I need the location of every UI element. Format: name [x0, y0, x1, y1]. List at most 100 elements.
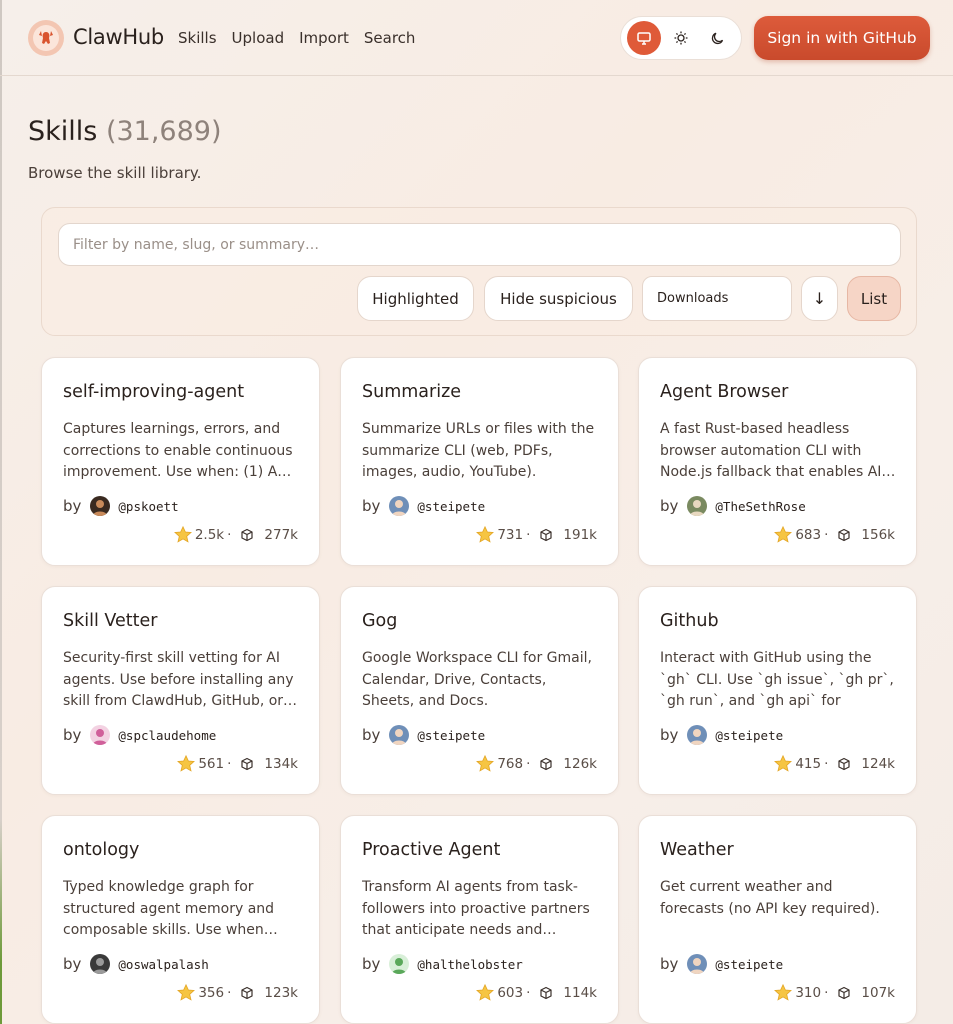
theme-toggle	[620, 16, 742, 60]
star-icon	[773, 983, 793, 1003]
skill-title[interactable]: self-improving-agent	[63, 382, 244, 402]
skill-author: by @pskoett	[63, 496, 179, 516]
avatar[interactable]	[389, 725, 410, 745]
skill-author: by @TheSethRose	[660, 496, 806, 516]
skill-card[interactable]: Agent Browser A fast Rust-based headless…	[638, 357, 917, 566]
author-handle[interactable]: @steipete	[715, 728, 783, 743]
skill-description: Summarize URLs or files with the summari…	[362, 421, 595, 480]
skill-card[interactable]: self-improving-agent Captures learnings,…	[41, 357, 320, 566]
separator: ·	[227, 756, 232, 772]
avatar[interactable]	[389, 496, 410, 516]
skill-description: Typed knowledge graph for structured age…	[63, 879, 278, 938]
skill-card[interactable]: Proactive Agent Transform AI agents from…	[340, 815, 619, 1024]
avatar[interactable]	[90, 954, 111, 974]
skill-description: Security-first skill vetting for AI agen…	[63, 650, 298, 709]
cube-icon	[240, 757, 254, 771]
page-subtitle: Browse the skill library.	[28, 164, 202, 182]
skill-author: by @steipete	[362, 496, 485, 516]
star-icon	[475, 754, 495, 774]
skill-title[interactable]: Proactive Agent	[362, 840, 500, 860]
skill-title[interactable]: Weather	[660, 840, 734, 860]
monitor-icon[interactable]	[626, 21, 661, 55]
skill-author: by @steipete	[660, 954, 783, 974]
author-handle[interactable]: @TheSethRose	[715, 499, 805, 514]
list-view-toggle[interactable]: List	[847, 276, 901, 321]
avatar[interactable]	[687, 954, 708, 974]
downloads-count: 114k	[563, 985, 597, 1001]
author-handle[interactable]: @steipete	[417, 499, 485, 514]
by-label: by	[362, 497, 381, 515]
separator: ·	[824, 756, 829, 772]
nav-upload[interactable]: Upload	[232, 29, 285, 47]
signin-github-button[interactable]: Sign in with GitHub	[754, 16, 930, 60]
downloads-count: 277k	[264, 527, 298, 543]
stars-count: 731	[497, 527, 524, 543]
by-label: by	[63, 955, 82, 973]
nav-skills[interactable]: Skills	[178, 29, 217, 47]
separator: ·	[227, 527, 232, 543]
skill-card[interactable]: Skill Vetter Security-first skill vettin…	[41, 586, 320, 795]
skill-card[interactable]: Summarize Summarize URLs or files with t…	[340, 357, 619, 566]
separator: ·	[824, 527, 829, 543]
skill-count: (31,689)	[105, 116, 222, 147]
stars-count: 310	[795, 985, 822, 1001]
lobster-icon[interactable]	[28, 20, 64, 56]
skill-title[interactable]: Agent Browser	[660, 382, 788, 402]
skill-author: by @steipete	[362, 725, 485, 745]
avatar[interactable]	[687, 496, 708, 516]
author-handle[interactable]: @pskoett	[118, 499, 178, 514]
main-nav: Skills Upload Import Search	[178, 29, 430, 47]
downloads-count: 191k	[563, 527, 597, 543]
separator: ·	[526, 527, 531, 543]
skill-title[interactable]: Skill Vetter	[63, 611, 157, 631]
skill-title[interactable]: Gog	[362, 611, 397, 631]
hide-suspicious-toggle[interactable]: Hide suspicious	[484, 276, 633, 321]
cube-icon	[539, 528, 553, 542]
sun-icon[interactable]	[664, 21, 698, 55]
avatar[interactable]	[90, 725, 111, 745]
downloads-count: 124k	[861, 756, 895, 772]
by-label: by	[660, 726, 679, 744]
star-icon	[773, 525, 793, 545]
skill-stats: 310 · 107k	[773, 983, 895, 1003]
skill-stats: 603 · 114k	[475, 983, 597, 1003]
skill-description: Captures learnings, errors, and correcti…	[63, 421, 293, 480]
avatar[interactable]	[687, 725, 708, 745]
author-handle[interactable]: @halthelobster	[417, 957, 522, 972]
cube-icon	[837, 528, 851, 542]
brand-name[interactable]: ClawHub	[73, 25, 164, 49]
skill-card[interactable]: Weather Get current weather and forecast…	[638, 815, 917, 1024]
star-icon	[773, 754, 793, 774]
skill-author: by @halthelobster	[362, 954, 523, 974]
skill-title[interactable]: Github	[660, 611, 719, 631]
author-handle[interactable]: @steipete	[715, 957, 783, 972]
author-handle[interactable]: @steipete	[417, 728, 485, 743]
filter-input[interactable]	[58, 223, 901, 266]
stars-count: 561	[198, 756, 225, 772]
author-handle[interactable]: @oswalpalash	[118, 957, 208, 972]
skill-description: Google Workspace CLI for Gmail, Calendar…	[362, 650, 592, 709]
nav-search[interactable]: Search	[364, 29, 416, 47]
separator: ·	[526, 985, 531, 1001]
skill-description: Interact with GitHub using the `gh` CLI.…	[660, 650, 894, 709]
sort-direction-button[interactable]: ↓	[801, 276, 838, 321]
highlighted-toggle[interactable]: Highlighted	[357, 276, 474, 321]
skill-title[interactable]: Summarize	[362, 382, 461, 402]
skill-card[interactable]: Github Interact with GitHub using the `g…	[638, 586, 917, 795]
author-handle[interactable]: @spclaudehome	[118, 728, 216, 743]
skill-title[interactable]: ontology	[63, 840, 139, 860]
avatar[interactable]	[90, 496, 111, 516]
nav-import[interactable]: Import	[299, 29, 349, 47]
downloads-count: 134k	[264, 756, 298, 772]
by-label: by	[362, 955, 381, 973]
star-icon	[475, 525, 495, 545]
skill-card[interactable]: Gog Google Workspace CLI for Gmail, Cale…	[340, 586, 619, 795]
moon-icon[interactable]	[701, 21, 735, 55]
cube-icon	[837, 757, 851, 771]
skill-card[interactable]: ontology Typed knowledge graph for struc…	[41, 815, 320, 1024]
skill-stats: 415 · 124k	[773, 754, 895, 774]
sort-select[interactable]: Downloads	[642, 276, 792, 321]
skill-description: Get current weather and forecasts (no AP…	[660, 879, 880, 917]
avatar[interactable]	[389, 954, 410, 974]
top-header: ClawHub Skills Upload Import Search Sign…	[0, 0, 953, 76]
